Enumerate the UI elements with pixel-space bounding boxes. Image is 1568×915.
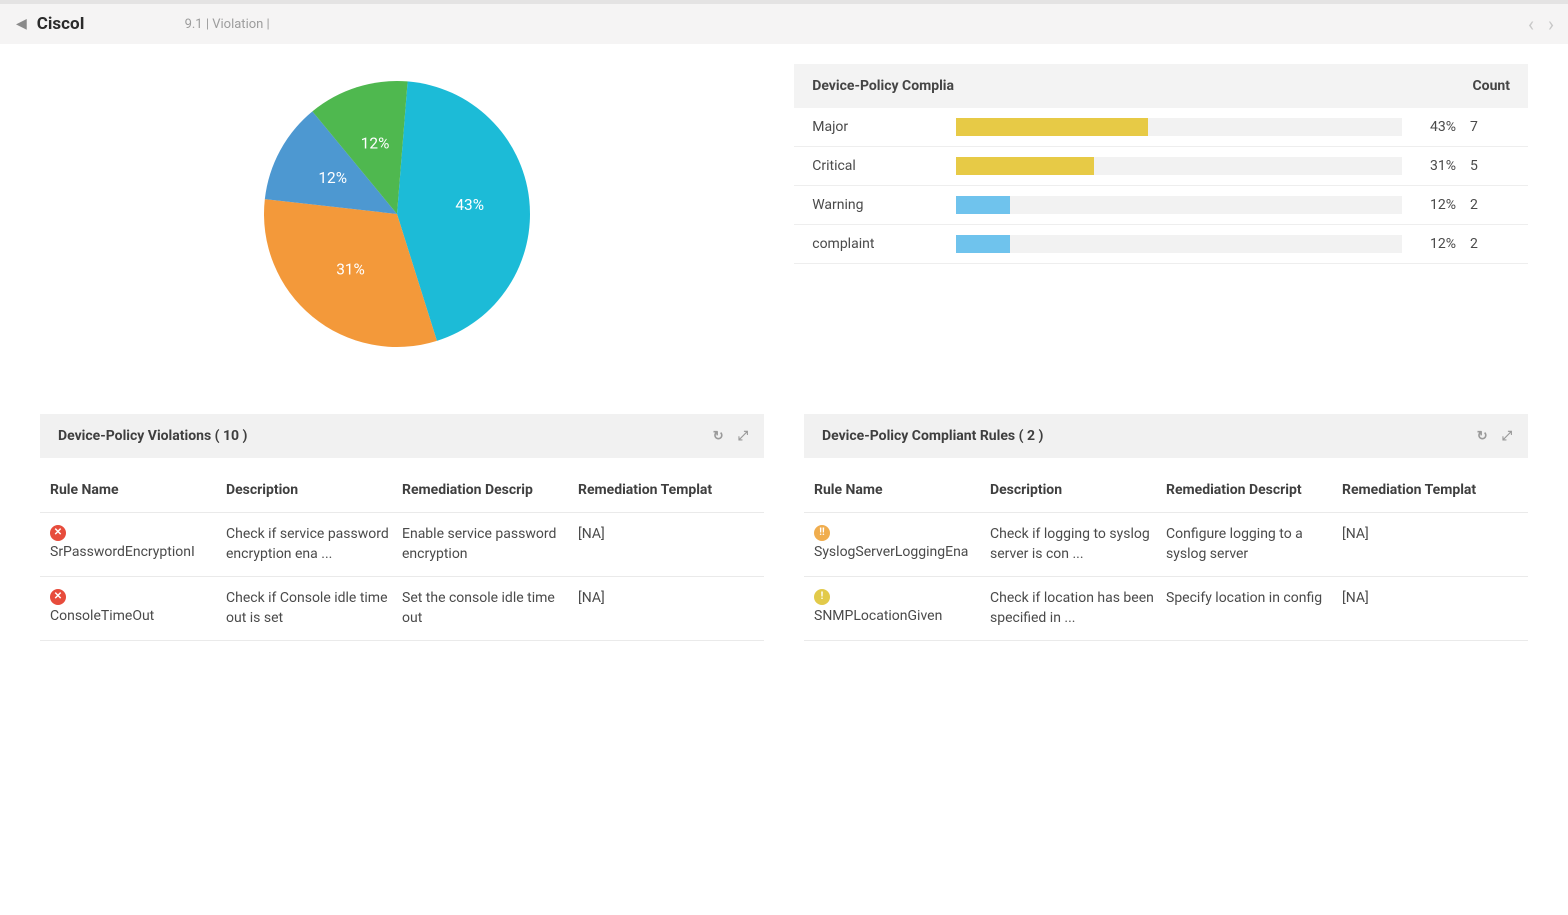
- col-description: Description: [990, 482, 1166, 498]
- compliance-label: Critical: [812, 158, 942, 174]
- compliance-pct: 12%: [1416, 197, 1456, 213]
- compliance-pct: 31%: [1416, 158, 1456, 174]
- compliance-bar: [956, 196, 1402, 214]
- rule-name: SrPasswordEncryptionI: [50, 543, 226, 563]
- expand-icon[interactable]: ⤢: [738, 429, 748, 444]
- compliance-header: Device-Policy Complia Count: [794, 64, 1528, 108]
- remediation-template: [NA]: [578, 525, 754, 545]
- compliance-bar: [956, 235, 1402, 253]
- rule-description: Check if location has been specified in …: [990, 589, 1166, 628]
- violations-title: Device-Policy Violations ( 10 ): [58, 428, 247, 444]
- rule-name: SyslogServerLoggingEna: [814, 543, 990, 563]
- col-remediation-tmpl: Remediation Templat: [578, 482, 754, 498]
- compliance-row[interactable]: Critical 31% 5: [794, 147, 1528, 186]
- remediation-description: Configure logging to a syslog server: [1166, 525, 1342, 564]
- critical-icon: ✕: [50, 589, 66, 605]
- col-description: Description: [226, 482, 402, 498]
- page-subtitle: 9.1 | Violation |: [185, 17, 270, 32]
- compliance-row[interactable]: Warning 12% 2: [794, 186, 1528, 225]
- page-title: CiscoI: [37, 14, 85, 34]
- violations-table-head: Rule Name Description Remediation Descri…: [40, 458, 764, 513]
- compliance-count: 5: [1470, 158, 1510, 174]
- remediation-description: Specify location in config: [1166, 589, 1342, 609]
- rule-name: ConsoleTimeOut: [50, 607, 226, 627]
- pie-slice-label: 12%: [319, 169, 348, 187]
- pie-slice-label: 43%: [456, 196, 485, 214]
- table-row[interactable]: ✕ ConsoleTimeOut Check if Console idle t…: [40, 577, 764, 641]
- col-remediation-desc: Remediation Descrip: [402, 482, 578, 498]
- compliance-bar: [956, 157, 1402, 175]
- compliant-panel: Device-Policy Compliant Rules ( 2 ) ↻ ⤢ …: [804, 414, 1528, 641]
- table-row[interactable]: ✕ SrPasswordEncryptionI Check if service…: [40, 513, 764, 577]
- rule-description: Check if logging to syslog server is con…: [990, 525, 1166, 564]
- remediation-template: [NA]: [1342, 525, 1518, 545]
- col-remediation-tmpl: Remediation Templat: [1342, 482, 1518, 498]
- breadcrumb-bar: ◀ CiscoI 9.1 | Violation | ‹ ›: [0, 0, 1568, 44]
- col-rule-name: Rule Name: [814, 482, 990, 498]
- violations-panel: Device-Policy Violations ( 10 ) ↻ ⤢ Rule…: [40, 414, 764, 641]
- compliant-table-head: Rule Name Description Remediation Descri…: [804, 458, 1528, 513]
- compliance-bar: [956, 118, 1402, 136]
- compliance-label: complaint: [812, 236, 942, 252]
- header-nav: ‹ ›: [1528, 12, 1554, 36]
- pie-slice-label: 31%: [336, 261, 365, 279]
- back-icon[interactable]: ◀: [16, 16, 27, 32]
- table-row[interactable]: ! SNMPLocationGiven Check if location ha…: [804, 577, 1528, 641]
- compliance-count: 2: [1470, 236, 1510, 252]
- compliance-table: Device-Policy Complia Count Major 43% 7 …: [794, 64, 1528, 354]
- refresh-icon[interactable]: ↻: [713, 429, 724, 444]
- compliance-pct: 43%: [1416, 119, 1456, 135]
- compliance-header-right: Count: [1473, 78, 1511, 94]
- remediation-template: [NA]: [1342, 589, 1518, 609]
- expand-icon[interactable]: ⤢: [1502, 429, 1512, 444]
- compliance-row[interactable]: Major 43% 7: [794, 108, 1528, 147]
- compliance-label: Warning: [812, 197, 942, 213]
- remediation-description: Enable service password encryption: [402, 525, 578, 564]
- critical-icon: ✕: [50, 525, 66, 541]
- col-remediation-desc: Remediation Descript: [1166, 482, 1342, 498]
- remediation-template: [NA]: [578, 589, 754, 609]
- compliance-pct: 12%: [1416, 236, 1456, 252]
- pie-chart: 43% 31% 12% 12%: [40, 64, 754, 354]
- compliant-actions: ↻ ⤢: [1477, 429, 1512, 444]
- warning-icon: !: [814, 589, 830, 605]
- violations-header: Device-Policy Violations ( 10 ) ↻ ⤢: [40, 414, 764, 458]
- compliance-count: 2: [1470, 197, 1510, 213]
- col-rule-name: Rule Name: [50, 482, 226, 498]
- compliance-count: 7: [1470, 119, 1510, 135]
- refresh-icon[interactable]: ↻: [1477, 429, 1488, 444]
- compliance-label: Major: [812, 119, 942, 135]
- compliant-title: Device-Policy Compliant Rules ( 2 ): [822, 428, 1043, 444]
- compliance-header-left: Device-Policy Complia: [812, 78, 954, 94]
- compliance-row[interactable]: complaint 12% 2: [794, 225, 1528, 264]
- next-icon[interactable]: ›: [1548, 12, 1554, 36]
- pie-slice-label: 12%: [361, 134, 390, 152]
- table-row[interactable]: !! SyslogServerLoggingEna Check if loggi…: [804, 513, 1528, 577]
- rule-description: Check if Console idle time out is set: [226, 589, 402, 628]
- violations-actions: ↻ ⤢: [713, 429, 748, 444]
- compliant-header: Device-Policy Compliant Rules ( 2 ) ↻ ⤢: [804, 414, 1528, 458]
- major-icon: !!: [814, 525, 830, 541]
- rule-name: SNMPLocationGiven: [814, 607, 990, 627]
- prev-icon[interactable]: ‹: [1528, 12, 1534, 36]
- remediation-description: Set the console idle time out: [402, 589, 578, 628]
- rule-description: Check if service password encryption ena…: [226, 525, 402, 564]
